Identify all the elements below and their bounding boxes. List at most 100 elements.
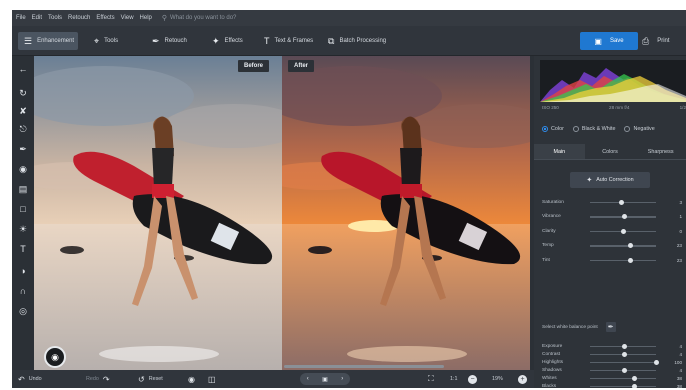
slider-track[interactable] [590, 359, 659, 365]
slider-thumb[interactable] [632, 375, 638, 381]
compare-view-icon[interactable]: ◫ [208, 370, 220, 388]
healing-icon[interactable]: ✘ [16, 104, 30, 118]
undo-button[interactable]: ↶ Undo [18, 370, 42, 388]
tab-batch-processing[interactable]: ⧉ Batch Processing [322, 32, 392, 50]
slider-thumb[interactable] [621, 351, 627, 357]
shutter-value: 1/2 [679, 105, 686, 110]
menu-view[interactable]: View [121, 15, 134, 21]
slider-label: Tint [542, 257, 550, 263]
search-box[interactable]: ⚲ What do you want to do? [162, 14, 237, 22]
radio-negative[interactable] [624, 126, 631, 132]
sun-icon[interactable]: ☀ [16, 222, 30, 236]
slider-label: Highlights [542, 359, 564, 365]
slider-row-highlights: Highlights 100 [542, 358, 682, 366]
mode-color[interactable]: Color [542, 126, 564, 132]
tab-batch-processing-label: Batch Processing [339, 38, 387, 44]
preview-eye-icon[interactable]: ◉ [188, 370, 199, 388]
tab-sharpness[interactable]: Sharpness [635, 144, 686, 159]
slider-track[interactable] [590, 351, 656, 357]
screenshot-camera-icon[interactable]: ◉ [44, 346, 66, 368]
eye-icon: ◉ [188, 374, 195, 384]
slider-value: 4 [679, 351, 682, 357]
gradient-icon[interactable]: ▤ [16, 182, 30, 196]
menu-tools[interactable]: Tools [48, 15, 62, 21]
slider-track[interactable] [590, 343, 656, 349]
menu-edit[interactable]: Edit [32, 15, 42, 21]
next-image-icon[interactable]: › [341, 376, 343, 382]
tab-enhancement[interactable]: ☰ Enhancement [18, 32, 78, 50]
magnet-icon[interactable]: ∩ [16, 284, 30, 298]
horizontal-scrollbar[interactable] [284, 365, 444, 368]
slider-thumb[interactable] [621, 343, 627, 349]
slider-track[interactable] [590, 214, 656, 219]
after-label: After [288, 60, 315, 72]
tab-retouch[interactable]: ✒ Retouch [146, 32, 193, 50]
slider-track[interactable] [590, 375, 656, 381]
search-input[interactable]: What do you want to do? [170, 15, 236, 21]
text-tool-icon[interactable]: T [16, 242, 30, 256]
gallery-icon[interactable]: ▣ [322, 376, 328, 383]
floppy-disk-icon: ▣ [594, 36, 602, 46]
actual-size-button[interactable]: 1:1 [450, 370, 458, 388]
print-label: Print [657, 38, 670, 44]
fit-screen-icon[interactable]: ⛶ [428, 370, 438, 388]
slider-label: Shadows [542, 367, 562, 373]
menu-help[interactable]: Help [140, 15, 152, 21]
menu-effects[interactable]: Effects [96, 15, 114, 21]
slider-thumb[interactable] [621, 367, 627, 373]
redo-button[interactable]: Redo ↷ [86, 370, 110, 388]
rotate-icon[interactable]: ↻ [16, 86, 30, 100]
menu-file[interactable]: File [16, 15, 26, 21]
slider-track[interactable] [590, 367, 656, 373]
tab-main[interactable]: Main [534, 144, 585, 159]
tab-effects[interactable]: ✦ Effects [206, 32, 249, 50]
tab-colors[interactable]: Colors [585, 144, 636, 159]
tab-tools[interactable]: ⌖ Tools [88, 32, 124, 50]
slider-track[interactable] [590, 257, 656, 263]
slider-thumb[interactable] [621, 214, 627, 219]
stamp-icon[interactable]: ⎋ [16, 122, 30, 136]
slider-thumb[interactable] [619, 199, 625, 205]
menu-retouch[interactable]: Retouch [68, 15, 90, 21]
radio-black-white[interactable] [572, 126, 579, 132]
zoom-in-button[interactable]: + [518, 370, 527, 388]
slider-thumb[interactable] [632, 383, 638, 388]
reset-button[interactable]: ↺ Reset [138, 370, 163, 388]
slider-thumb[interactable] [628, 243, 634, 248]
slider-value: 4 [679, 367, 682, 373]
slider-thumb[interactable] [653, 359, 659, 365]
slider-thumb[interactable] [628, 257, 634, 263]
brush-tool-icon[interactable]: ✒ [16, 142, 30, 156]
tab-text-frames[interactable]: T​ Text & Frames [258, 32, 319, 50]
radio-color[interactable] [542, 126, 548, 132]
zoom-out-button[interactable]: − [468, 370, 477, 388]
slider-track[interactable] [590, 199, 656, 205]
minus-icon: − [468, 374, 477, 384]
back-arrow-icon[interactable]: ← [16, 62, 30, 76]
undo-icon: ↶ [18, 374, 25, 384]
slider-track[interactable] [590, 383, 656, 388]
left-tool-sidebar: ← ↻ ✘ ⎋ ✒ ◉ ▤ □ ☀ T ◑ ∩ ◎ [12, 56, 34, 374]
before-label: Before [238, 60, 270, 72]
batch-icon: ⧉ [328, 35, 335, 46]
bucket-icon[interactable]: ◑ [16, 264, 30, 278]
save-button[interactable]: ▣ Save [580, 32, 638, 50]
globe-icon[interactable]: ◎ [16, 304, 30, 318]
mode-black-white[interactable]: Black & White [572, 126, 615, 132]
frame-icon[interactable]: □ [16, 202, 30, 216]
image-canvas[interactable]: Before After ◉ [34, 56, 530, 370]
save-label: Save [609, 38, 624, 44]
search-icon: ⚲ [161, 15, 168, 22]
target-icon[interactable]: ◉ [16, 162, 30, 176]
mode-negative[interactable]: Negative [624, 126, 655, 132]
auto-correction-button[interactable]: ✦ Auto Correction [570, 172, 650, 188]
slider-track[interactable] [590, 243, 656, 248]
prev-image-icon[interactable]: ‹ [307, 376, 309, 382]
slider-row-saturation: Saturation 3 [542, 198, 682, 206]
slider-row-exposure: Exposure 4 [542, 342, 682, 350]
slider-thumb[interactable] [620, 228, 626, 234]
eyedropper-icon[interactable]: ✒ [605, 322, 616, 332]
mode-color-label: Color [551, 126, 564, 132]
print-button[interactable]: ⎙ Print [642, 32, 670, 50]
slider-track[interactable] [590, 228, 656, 234]
